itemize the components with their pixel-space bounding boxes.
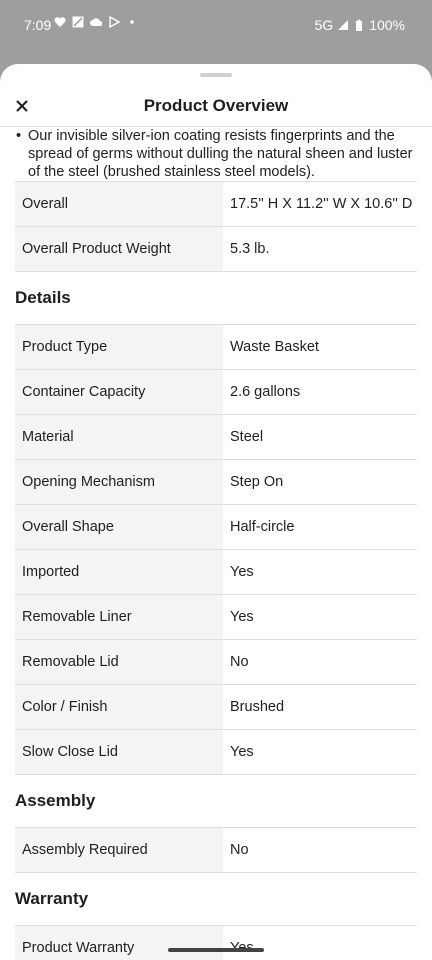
row-value: Half-circle [230, 519, 295, 535]
row-label: Product Warranty [15, 926, 223, 960]
status-time: 7:09 [24, 17, 52, 33]
table-row: Color / Finish Brushed [15, 685, 417, 730]
sheet-header: Product Overview [0, 88, 432, 128]
row-value: Yes [230, 609, 254, 625]
row-value: Waste Basket [230, 339, 319, 355]
row-value: No [230, 842, 249, 858]
page-title: Product Overview [143, 96, 289, 115]
network-label: 5G [314, 17, 334, 33]
heart-icon [54, 17, 66, 27]
table-row: Overall Product Weight 5.3 lb. [15, 227, 417, 272]
row-value: Steel [230, 429, 264, 445]
table-row: Product Type Waste Basket [15, 324, 417, 370]
row-value: Yes [230, 564, 254, 580]
battery-label: 100% [369, 17, 405, 33]
row-value: 17.5'' H X 11.2'' W X 10.6'' D [230, 196, 413, 212]
table-row: Slow Close Lid Yes [15, 730, 417, 775]
assembly-table: Assembly Required No [15, 827, 417, 873]
row-label: Opening Mechanism [15, 460, 223, 504]
row-value: Brushed [230, 699, 285, 715]
cloud-icon [90, 18, 102, 26]
dot-icon [130, 20, 134, 24]
feature-bullet: Our invisible silver-ion coating resists… [0, 127, 432, 181]
row-value: Yes [223, 926, 254, 960]
row-label: Overall Shape [15, 505, 223, 549]
row-value: No [230, 654, 249, 670]
table-row: Assembly Required No [15, 827, 417, 873]
image-icon [72, 16, 84, 28]
row-label: Product Type [15, 325, 223, 369]
notification-icons [54, 16, 138, 28]
row-label: Color / Finish [15, 685, 223, 729]
table-row: Material Steel [15, 415, 417, 460]
row-label: Container Capacity [15, 370, 223, 414]
warranty-table: Product Warranty Yes [15, 925, 417, 960]
row-label: Slow Close Lid [15, 730, 223, 774]
drag-handle[interactable] [200, 73, 232, 77]
signal-icon [338, 20, 349, 30]
section-title-warranty: Warranty [15, 889, 89, 908]
gesture-nav-bar[interactable] [168, 948, 264, 952]
dimensions-table: Overall 17.5'' H X 11.2'' W X 10.6'' D O… [15, 181, 417, 272]
row-value: 2.6 gallons [230, 384, 301, 400]
status-bar: 7:09 5G 100% [0, 0, 432, 52]
row-label: Removable Liner [15, 595, 223, 639]
table-row: Product Warranty Yes [15, 925, 417, 960]
row-label: Removable Lid [15, 640, 223, 684]
section-title-details: Details [15, 288, 71, 307]
table-row: Opening Mechanism Step On [15, 460, 417, 505]
table-row: Overall 17.5'' H X 11.2'' W X 10.6'' D [15, 181, 417, 227]
row-value: Yes [230, 744, 254, 760]
section-title-assembly: Assembly [15, 791, 96, 810]
row-value: Step On [230, 474, 284, 490]
table-row: Removable Lid No [15, 640, 417, 685]
table-row: Imported Yes [15, 550, 417, 595]
details-table: Product Type Waste Basket Container Capa… [15, 324, 417, 775]
row-label: Imported [15, 550, 223, 594]
table-row: Removable Liner Yes [15, 595, 417, 640]
row-value: 5.3 lb. [230, 241, 270, 257]
row-label: Material [15, 415, 223, 459]
play-store-icon [109, 16, 120, 28]
row-label: Overall [15, 182, 223, 226]
system-status: 5G 100% [315, 17, 406, 33]
table-row: Container Capacity 2.6 gallons [15, 370, 417, 415]
row-label: Assembly Required [15, 828, 223, 872]
table-row: Overall Shape Half-circle [15, 505, 417, 550]
battery-icon [356, 19, 363, 31]
row-label: Overall Product Weight [15, 227, 223, 271]
product-overview-sheet: Product Overview Our invisible silver-io… [0, 64, 432, 960]
sheet-content: Our invisible silver-ion coating resists… [0, 127, 432, 960]
